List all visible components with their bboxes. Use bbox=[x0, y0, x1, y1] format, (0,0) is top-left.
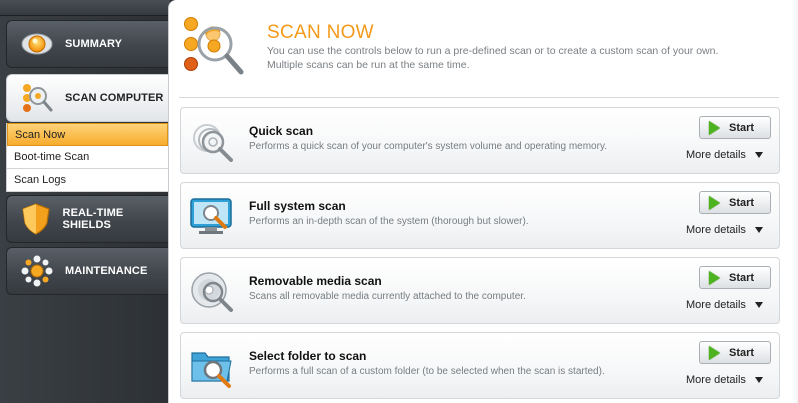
scan-subnav: Scan Now Boot-time Scan Scan Logs bbox=[6, 123, 168, 192]
scan-name: Full system scan bbox=[249, 199, 346, 213]
shield-icon bbox=[17, 199, 55, 239]
folder-scan-icon bbox=[187, 342, 239, 392]
scan-row-select-folder: Select folder to scan Performs a full sc… bbox=[180, 332, 780, 399]
play-icon bbox=[709, 195, 720, 210]
start-button-label: Start bbox=[729, 121, 755, 134]
start-removable-media-scan-button[interactable]: Start bbox=[699, 266, 771, 289]
more-details-quick-scan[interactable]: More details bbox=[686, 149, 763, 161]
scan-description: Performs a full scan of a custom folder … bbox=[249, 366, 605, 377]
summary-eye-icon bbox=[17, 24, 57, 64]
subnav-item-scan-logs[interactable]: Scan Logs bbox=[7, 169, 168, 192]
subnav-item-boot-time-scan[interactable]: Boot-time Scan bbox=[7, 146, 168, 169]
chevron-down-icon bbox=[754, 302, 763, 308]
sidebar-top-strip bbox=[0, 0, 170, 16]
sidebar-item-label: MAINTENANCE bbox=[65, 265, 148, 277]
more-details-removable-media-scan[interactable]: More details bbox=[686, 299, 763, 311]
scan-computer-icon bbox=[17, 78, 57, 118]
scan-name: Select folder to scan bbox=[249, 349, 367, 363]
chevron-down-icon bbox=[754, 227, 763, 233]
start-button-label: Start bbox=[729, 196, 755, 209]
page-title: SCAN NOW bbox=[267, 22, 374, 43]
chevron-down-icon bbox=[754, 377, 763, 383]
sidebar-item-summary[interactable]: SUMMARY bbox=[6, 20, 168, 68]
sidebar-item-label: SCAN COMPUTER bbox=[65, 92, 164, 104]
sidebar-item-real-time-shields[interactable]: REAL-TIME SHIELDS bbox=[6, 195, 168, 243]
scan-row-full-system: Full system scan Performs an in-depth sc… bbox=[180, 182, 780, 249]
quick-scan-icon bbox=[187, 117, 239, 167]
page-description-line: Multiple scans can be run at the same ti… bbox=[267, 59, 470, 71]
more-details-label: More details bbox=[686, 149, 746, 161]
sidebar-item-label: SUMMARY bbox=[65, 38, 123, 50]
maintenance-icon bbox=[17, 251, 57, 291]
sidebar: SUMMARY SCAN COMPUTER Scan Now Boot-time… bbox=[0, 0, 170, 403]
full-system-scan-icon bbox=[187, 192, 239, 242]
chevron-down-icon bbox=[754, 152, 763, 158]
more-details-label: More details bbox=[686, 299, 746, 311]
main-panel: SCAN NOW You can use the controls below … bbox=[168, 0, 798, 403]
start-button-label: Start bbox=[729, 271, 755, 284]
start-folder-scan-button[interactable]: Start bbox=[699, 341, 771, 364]
sidebar-item-scan-computer[interactable]: SCAN COMPUTER bbox=[6, 74, 168, 122]
more-details-label: More details bbox=[686, 224, 746, 236]
subnav-item-scan-now[interactable]: Scan Now bbox=[7, 123, 168, 146]
play-icon bbox=[709, 270, 720, 285]
scan-description: Scans all removable media currently atta… bbox=[249, 291, 526, 302]
removable-media-icon bbox=[187, 267, 239, 317]
scan-description: Performs an in-depth scan of the system … bbox=[249, 216, 529, 227]
scan-name: Removable media scan bbox=[249, 274, 382, 288]
more-details-label: More details bbox=[686, 374, 746, 386]
more-details-folder-scan[interactable]: More details bbox=[686, 374, 763, 386]
start-button-label: Start bbox=[729, 346, 755, 359]
scan-row-quick: Quick scan Performs a quick scan of your… bbox=[180, 107, 780, 174]
scan-now-header-icon bbox=[179, 10, 249, 80]
divider bbox=[179, 97, 779, 98]
scan-description: Performs a quick scan of your computer's… bbox=[249, 141, 607, 152]
play-icon bbox=[709, 345, 720, 360]
start-quick-scan-button[interactable]: Start bbox=[699, 116, 771, 139]
scan-row-removable-media: Removable media scan Scans all removable… bbox=[180, 257, 780, 324]
play-icon bbox=[709, 120, 720, 135]
page-description-line: You can use the controls below to run a … bbox=[267, 45, 719, 57]
page-description: You can use the controls below to run a … bbox=[267, 44, 787, 72]
more-details-full-system-scan[interactable]: More details bbox=[686, 224, 763, 236]
start-full-system-scan-button[interactable]: Start bbox=[699, 191, 771, 214]
scan-name: Quick scan bbox=[249, 124, 314, 138]
sidebar-item-label: REAL-TIME SHIELDS bbox=[62, 207, 124, 231]
sidebar-item-maintenance[interactable]: MAINTENANCE bbox=[6, 247, 168, 295]
